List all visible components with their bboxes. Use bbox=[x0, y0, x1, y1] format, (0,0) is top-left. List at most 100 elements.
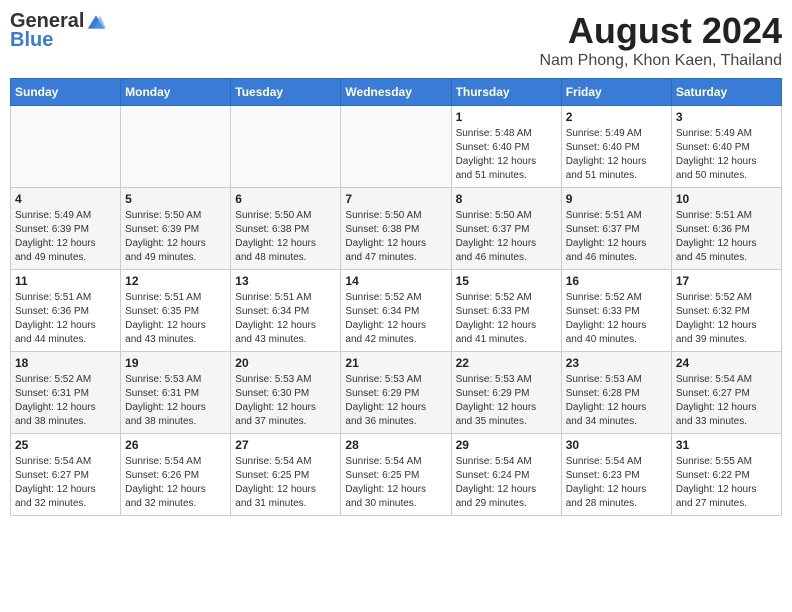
day-number: 12 bbox=[125, 274, 226, 288]
day-number: 6 bbox=[235, 192, 336, 206]
calendar-week-row: 18 Sunrise: 5:52 AM Sunset: 6:31 PM Dayli… bbox=[11, 352, 782, 434]
day-info: Sunrise: 5:54 AM Sunset: 6:27 PM Dayligh… bbox=[15, 455, 116, 511]
day-info: Sunrise: 5:52 AM Sunset: 6:33 PM Dayligh… bbox=[456, 291, 557, 347]
day-header-wednesday: Wednesday bbox=[341, 79, 451, 106]
day-info: Sunrise: 5:54 AM Sunset: 6:25 PM Dayligh… bbox=[235, 455, 336, 511]
calendar-cell: 10 Sunrise: 5:51 AM Sunset: 6:36 PM Dayli… bbox=[671, 188, 781, 270]
logo-icon bbox=[86, 12, 106, 32]
day-number: 7 bbox=[345, 192, 446, 206]
calendar-cell: 28 Sunrise: 5:54 AM Sunset: 6:25 PM Dayli… bbox=[341, 434, 451, 516]
day-number: 23 bbox=[566, 356, 667, 370]
title-section: August 2024 Nam Phong, Khon Kaen, Thaila… bbox=[539, 10, 782, 70]
day-number: 2 bbox=[566, 110, 667, 124]
day-number: 16 bbox=[566, 274, 667, 288]
day-number: 29 bbox=[456, 438, 557, 452]
calendar-cell: 15 Sunrise: 5:52 AM Sunset: 6:33 PM Dayli… bbox=[451, 270, 561, 352]
calendar-cell: 27 Sunrise: 5:54 AM Sunset: 6:25 PM Dayli… bbox=[231, 434, 341, 516]
day-info: Sunrise: 5:51 AM Sunset: 6:36 PM Dayligh… bbox=[676, 209, 777, 265]
calendar: SundayMondayTuesdayWednesdayThursdayFrid… bbox=[10, 78, 782, 516]
day-info: Sunrise: 5:52 AM Sunset: 6:31 PM Dayligh… bbox=[15, 373, 116, 429]
day-info: Sunrise: 5:51 AM Sunset: 6:35 PM Dayligh… bbox=[125, 291, 226, 347]
day-info: Sunrise: 5:52 AM Sunset: 6:32 PM Dayligh… bbox=[676, 291, 777, 347]
day-number: 15 bbox=[456, 274, 557, 288]
day-info: Sunrise: 5:49 AM Sunset: 6:40 PM Dayligh… bbox=[566, 127, 667, 183]
day-number: 9 bbox=[566, 192, 667, 206]
day-number: 27 bbox=[235, 438, 336, 452]
day-number: 13 bbox=[235, 274, 336, 288]
day-info: Sunrise: 5:50 AM Sunset: 6:38 PM Dayligh… bbox=[235, 209, 336, 265]
calendar-week-row: 11Sunrise: 5:51 AM Sunset: 6:36 PM Dayli… bbox=[11, 270, 782, 352]
day-info: Sunrise: 5:50 AM Sunset: 6:38 PM Dayligh… bbox=[345, 209, 446, 265]
day-header-saturday: Saturday bbox=[671, 79, 781, 106]
calendar-cell: 20Sunrise: 5:53 AM Sunset: 6:30 PM Dayli… bbox=[231, 352, 341, 434]
day-number: 14 bbox=[345, 274, 446, 288]
day-info: Sunrise: 5:54 AM Sunset: 6:25 PM Dayligh… bbox=[345, 455, 446, 511]
calendar-cell: 29 Sunrise: 5:54 AM Sunset: 6:24 PM Dayli… bbox=[451, 434, 561, 516]
calendar-cell: 26Sunrise: 5:54 AM Sunset: 6:26 PM Dayli… bbox=[121, 434, 231, 516]
day-header-friday: Friday bbox=[561, 79, 671, 106]
calendar-cell: 18 Sunrise: 5:52 AM Sunset: 6:31 PM Dayli… bbox=[11, 352, 121, 434]
day-info: Sunrise: 5:49 AM Sunset: 6:40 PM Dayligh… bbox=[676, 127, 777, 183]
calendar-cell: 25 Sunrise: 5:54 AM Sunset: 6:27 PM Dayli… bbox=[11, 434, 121, 516]
calendar-cell: 19 Sunrise: 5:53 AM Sunset: 6:31 PM Dayli… bbox=[121, 352, 231, 434]
calendar-week-row: 25 Sunrise: 5:54 AM Sunset: 6:27 PM Dayli… bbox=[11, 434, 782, 516]
day-number: 31 bbox=[676, 438, 777, 452]
day-number: 26 bbox=[125, 438, 226, 452]
day-number: 10 bbox=[676, 192, 777, 206]
day-info: Sunrise: 5:51 AM Sunset: 6:36 PM Dayligh… bbox=[15, 291, 116, 347]
day-number: 18 bbox=[15, 356, 116, 370]
calendar-cell: 12 Sunrise: 5:51 AM Sunset: 6:35 PM Dayli… bbox=[121, 270, 231, 352]
calendar-cell: 3 Sunrise: 5:49 AM Sunset: 6:40 PM Daylig… bbox=[671, 106, 781, 188]
calendar-cell bbox=[11, 106, 121, 188]
calendar-cell: 7 Sunrise: 5:50 AM Sunset: 6:38 PM Daylig… bbox=[341, 188, 451, 270]
day-number: 30 bbox=[566, 438, 667, 452]
day-number: 20 bbox=[235, 356, 336, 370]
day-header-sunday: Sunday bbox=[11, 79, 121, 106]
day-info: Sunrise: 5:52 AM Sunset: 6:34 PM Dayligh… bbox=[345, 291, 446, 347]
day-info: Sunrise: 5:48 AM Sunset: 6:40 PM Dayligh… bbox=[456, 127, 557, 183]
day-header-thursday: Thursday bbox=[451, 79, 561, 106]
day-info: Sunrise: 5:54 AM Sunset: 6:24 PM Dayligh… bbox=[456, 455, 557, 511]
day-number: 24 bbox=[676, 356, 777, 370]
day-info: Sunrise: 5:50 AM Sunset: 6:39 PM Dayligh… bbox=[125, 209, 226, 265]
calendar-cell: 13Sunrise: 5:51 AM Sunset: 6:34 PM Dayli… bbox=[231, 270, 341, 352]
day-number: 28 bbox=[345, 438, 446, 452]
calendar-cell: 16 Sunrise: 5:52 AM Sunset: 6:33 PM Dayli… bbox=[561, 270, 671, 352]
calendar-cell: 9Sunrise: 5:51 AM Sunset: 6:37 PM Daylig… bbox=[561, 188, 671, 270]
day-number: 8 bbox=[456, 192, 557, 206]
day-number: 19 bbox=[125, 356, 226, 370]
logo-blue: Blue bbox=[10, 29, 53, 52]
day-info: Sunrise: 5:54 AM Sunset: 6:27 PM Dayligh… bbox=[676, 373, 777, 429]
day-header-tuesday: Tuesday bbox=[231, 79, 341, 106]
day-number: 4 bbox=[15, 192, 116, 206]
day-info: Sunrise: 5:49 AM Sunset: 6:39 PM Dayligh… bbox=[15, 209, 116, 265]
day-number: 1 bbox=[456, 110, 557, 124]
calendar-cell: 11Sunrise: 5:51 AM Sunset: 6:36 PM Dayli… bbox=[11, 270, 121, 352]
day-number: 25 bbox=[15, 438, 116, 452]
day-info: Sunrise: 5:53 AM Sunset: 6:31 PM Dayligh… bbox=[125, 373, 226, 429]
calendar-cell: 22Sunrise: 5:53 AM Sunset: 6:29 PM Dayli… bbox=[451, 352, 561, 434]
day-number: 17 bbox=[676, 274, 777, 288]
logo: General Blue bbox=[10, 10, 106, 52]
day-number: 21 bbox=[345, 356, 446, 370]
day-info: Sunrise: 5:50 AM Sunset: 6:37 PM Dayligh… bbox=[456, 209, 557, 265]
day-info: Sunrise: 5:52 AM Sunset: 6:33 PM Dayligh… bbox=[566, 291, 667, 347]
calendar-cell: 5 Sunrise: 5:50 AM Sunset: 6:39 PM Daylig… bbox=[121, 188, 231, 270]
calendar-week-row: 4 Sunrise: 5:49 AM Sunset: 6:39 PM Daylig… bbox=[11, 188, 782, 270]
day-info: Sunrise: 5:53 AM Sunset: 6:29 PM Dayligh… bbox=[345, 373, 446, 429]
calendar-cell: 30 Sunrise: 5:54 AM Sunset: 6:23 PM Dayli… bbox=[561, 434, 671, 516]
calendar-cell: 4 Sunrise: 5:49 AM Sunset: 6:39 PM Daylig… bbox=[11, 188, 121, 270]
calendar-cell: 8 Sunrise: 5:50 AM Sunset: 6:37 PM Daylig… bbox=[451, 188, 561, 270]
day-number: 3 bbox=[676, 110, 777, 124]
day-number: 5 bbox=[125, 192, 226, 206]
calendar-cell: 6 Sunrise: 5:50 AM Sunset: 6:38 PM Daylig… bbox=[231, 188, 341, 270]
day-header-monday: Monday bbox=[121, 79, 231, 106]
calendar-cell: 17 Sunrise: 5:52 AM Sunset: 6:32 PM Dayli… bbox=[671, 270, 781, 352]
day-info: Sunrise: 5:54 AM Sunset: 6:23 PM Dayligh… bbox=[566, 455, 667, 511]
calendar-cell bbox=[341, 106, 451, 188]
calendar-cell: 31Sunrise: 5:55 AM Sunset: 6:22 PM Dayli… bbox=[671, 434, 781, 516]
calendar-cell: 1 Sunrise: 5:48 AM Sunset: 6:40 PM Daylig… bbox=[451, 106, 561, 188]
month-year: August 2024 bbox=[539, 10, 782, 52]
calendar-cell: 14 Sunrise: 5:52 AM Sunset: 6:34 PM Dayli… bbox=[341, 270, 451, 352]
location: Nam Phong, Khon Kaen, Thailand bbox=[539, 52, 782, 70]
